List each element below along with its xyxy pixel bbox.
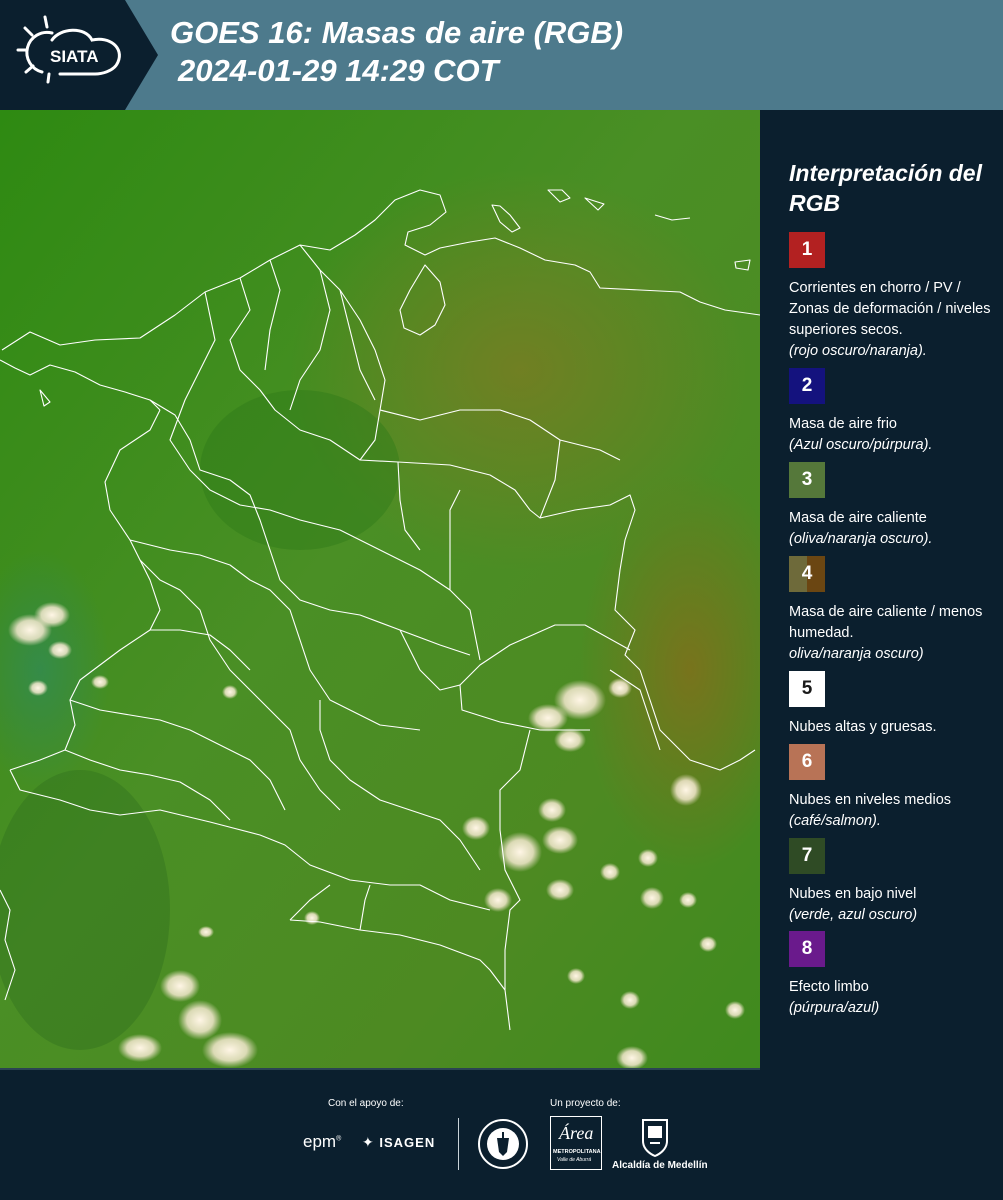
siata-logo-text: SIATA xyxy=(50,47,98,66)
legend-text-3: Masa de aire caliente xyxy=(789,510,927,526)
legend-note-1: (rojo oscuro/naranja). xyxy=(789,343,927,359)
footer-divider xyxy=(458,1118,459,1170)
legend-swatch-4: 4 xyxy=(789,556,825,592)
legend-swatch-6: 6 xyxy=(789,744,825,780)
legend-swatch-5: 5 xyxy=(789,671,825,707)
support-label: Con el apoyo de: xyxy=(328,1098,404,1109)
header-bar: SIATA GOES 16: Masas de aire (RGB) 2024-… xyxy=(0,0,1003,110)
isagen-icon: ✦ xyxy=(362,1134,375,1150)
legend-text-5: Nubes altas y gruesas. xyxy=(789,719,937,735)
legend-text-2: Masa de aire frio xyxy=(789,416,897,432)
title-line-1: GOES 16: Masas de aire (RGB) xyxy=(170,15,624,50)
legend-item-3: 3 Masa de aire caliente (oliva/naranja o… xyxy=(789,462,994,550)
legend-swatch-8: 8 xyxy=(789,931,825,967)
project-label: Un proyecto de: xyxy=(550,1098,621,1109)
legend-text-8: Efecto limbo xyxy=(789,979,869,995)
area-metropolitana-logo: Área METROPOLITANA Valle de Aburrá xyxy=(550,1116,602,1170)
alcaldia-shield-icon xyxy=(640,1117,670,1158)
area-metro-text: Área xyxy=(559,1123,594,1143)
legend-note-6: (café/salmon). xyxy=(789,813,881,829)
legend-swatch-7: 7 xyxy=(789,838,825,874)
legend-panel: Interpretación del RGB 1 Corrientes en c… xyxy=(762,110,1003,1070)
legend-text-7: Nubes en bajo nivel xyxy=(789,886,917,902)
legend-note-8: (púrpura/azul) xyxy=(789,1000,880,1016)
legend-swatch-2: 2 xyxy=(789,368,825,404)
epm-logo-text: epm xyxy=(303,1132,337,1151)
siata-logo: SIATA xyxy=(0,0,160,110)
legend-item-2: 2 Masa de aire frio (Azul oscuro/púrpura… xyxy=(789,368,994,456)
legend-text-4: Masa de aire caliente / menos humedad. xyxy=(789,604,983,641)
area-metro-sub: METROPOLITANA xyxy=(553,1149,601,1155)
legend-item-6: 6 Nubes en niveles medios (café/salmon). xyxy=(789,744,994,832)
legend-note-3: (oliva/naranja oscuro). xyxy=(789,531,933,547)
legend-item-1: 1 Corrientes en chorro / PV / Zonas de d… xyxy=(789,232,994,362)
legend-text-6: Nubes en niveles medios xyxy=(789,792,952,808)
isagen-logo-text: ISAGEN xyxy=(379,1135,436,1150)
legend-item-7: 7 Nubes en bajo nivel (verde, azul oscur… xyxy=(789,838,994,926)
satellite-map xyxy=(0,110,760,1070)
legend-item-8: 8 Efecto limbo (púrpura/azul) xyxy=(789,931,994,1019)
legend-item-5: 5 Nubes altas y gruesas. xyxy=(789,671,994,738)
legend-swatch-1: 1 xyxy=(789,232,825,268)
area-metro-sub2: Valle de Aburrá xyxy=(557,1157,592,1163)
isagen-logo: ✦ ISAGEN xyxy=(362,1134,435,1151)
legend-text-1: Corrientes en chorro / PV / Zonas de def… xyxy=(789,280,991,338)
title-line-2: 2024-01-29 14:29 COT xyxy=(178,53,499,88)
alcaldia-text: Alcaldía de Medellín xyxy=(612,1160,708,1171)
legend-note-4: oliva/naranja oscuro) xyxy=(789,646,924,662)
legend-note-7: (verde, azul oscuro) xyxy=(789,907,918,923)
legend-item-4: 4 Masa de aire caliente / menos humedad.… xyxy=(789,556,994,665)
legend-note-2: (Azul oscuro/púrpura). xyxy=(789,437,933,453)
medellin-seal-logo xyxy=(477,1118,529,1175)
legend-title: Interpretación del RGB xyxy=(789,160,982,216)
footer-sponsors: Con el apoyo de: Un proyecto de: epm® ✦ … xyxy=(0,1070,1003,1200)
page-title: GOES 16: Masas de aire (RGB) 2024-01-29 … xyxy=(170,14,623,90)
legend-swatch-3: 3 xyxy=(789,462,825,498)
epm-logo: epm® xyxy=(303,1132,342,1151)
